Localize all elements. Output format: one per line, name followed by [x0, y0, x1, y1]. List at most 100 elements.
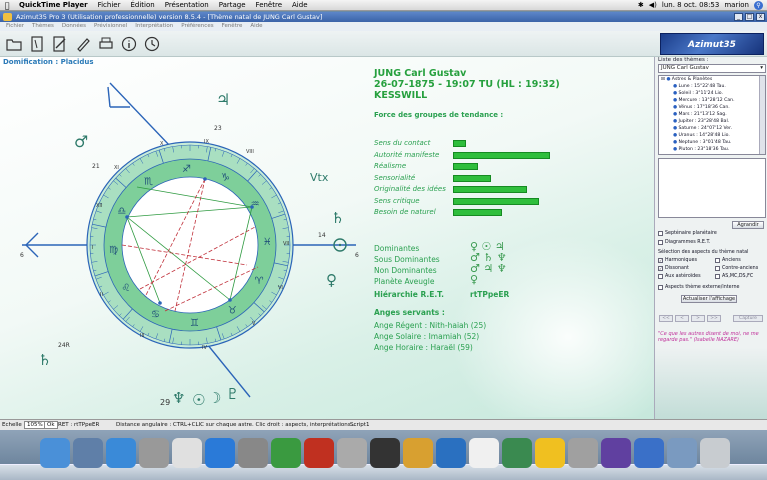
dock-icon[interactable] — [106, 438, 136, 468]
apple-menu-icon[interactable]:  — [0, 0, 14, 11]
new-theme-button[interactable] — [27, 34, 46, 53]
moon-glyph[interactable]: ☽ — [208, 389, 221, 407]
pen-button[interactable] — [73, 34, 92, 53]
dock-icon[interactable] — [469, 438, 499, 468]
dock-icon[interactable] — [634, 438, 664, 468]
nav-prev-button[interactable]: < — [675, 315, 689, 322]
aspect-checkbox[interactable]: Aux astéroïdes — [658, 274, 701, 279]
aspect-checkbox[interactable]: Contre-anciens — [715, 266, 758, 271]
aspects-externe-checkbox[interactable]: Aspects thème externe/interne — [658, 285, 739, 290]
aspect-checkbox[interactable]: ✓ Harmoniques — [658, 258, 697, 263]
tree-item[interactable]: ● Mars : 21°13'12 Sag. — [673, 112, 727, 117]
actualiser-button[interactable]: Actualiser l'affichage — [681, 295, 737, 303]
tree-root[interactable]: ⊟ ● Astres & Planètes — [661, 77, 712, 82]
dock-icon[interactable] — [172, 438, 202, 468]
minimize-button[interactable]: _ — [734, 13, 743, 21]
dock-icon[interactable] — [568, 438, 598, 468]
aspect-checkbox[interactable]: Anciens — [715, 258, 741, 263]
dock-icon[interactable] — [337, 438, 367, 468]
clock-button[interactable] — [142, 34, 161, 53]
menu-aide[interactable]: Aide — [287, 0, 312, 11]
mars-glyph[interactable]: ♂ — [74, 132, 88, 151]
nav-next-button[interactable]: > — [691, 315, 705, 322]
saturn-glyph[interactable]: ♄ — [38, 351, 51, 369]
menu-edition[interactable]: Édition — [125, 0, 159, 11]
tree-item[interactable]: ● Jupiter : 23°28'48 Bal. — [673, 119, 729, 124]
edit-button[interactable] — [50, 34, 69, 53]
planet-tree[interactable]: ⊟ ● Astres & Planètes ● Lune : 15°22'48 … — [658, 75, 766, 155]
menu-fenetre[interactable]: Fenêtre — [251, 0, 287, 11]
tree-scrollbar[interactable] — [759, 76, 765, 154]
clock[interactable]: lun. 8 oct. 08:53 — [662, 0, 719, 11]
menu-partage[interactable]: Partage — [214, 0, 251, 11]
dock-icon[interactable] — [601, 438, 631, 468]
menu-fichier[interactable]: Fichier — [93, 0, 126, 11]
dock-icon[interactable] — [73, 438, 103, 468]
aspect-checkbox[interactable]: AS,MC,DS,FC — [715, 274, 753, 279]
septenaire-checkbox[interactable]: Septénaire planétaire — [658, 231, 717, 236]
house-X: X — [160, 141, 164, 147]
dock-icon[interactable] — [271, 438, 301, 468]
dock-icon[interactable] — [139, 438, 169, 468]
dock-icon[interactable] — [205, 438, 235, 468]
dock-icon[interactable] — [403, 438, 433, 468]
spotlight-icon[interactable]: ⚲ — [754, 0, 763, 10]
jupiter-glyph[interactable]: ♃ — [216, 90, 230, 109]
ange-solaire: Ange Solaire : Imamiah (52) — [374, 332, 480, 341]
volume-icon[interactable]: ◀) — [649, 0, 657, 11]
appmenu-interpretation[interactable]: Interprétation — [131, 22, 177, 31]
tree-item[interactable]: ● Vénus : 17°18'36 Can. — [673, 105, 730, 110]
vertex-glyph[interactable]: Vtx — [310, 171, 329, 184]
natal-wheel[interactable]: ♈♉♊♋♌♍♎♏♐♑♒♓ ♃ ♂ Vtx ♄ ♀ ♄ ♆ ☉ ☽ ♇ 29 23… — [0, 67, 370, 419]
pluto-glyph[interactable]: ♇ — [226, 385, 239, 403]
aspect-checkbox[interactable]: ✓ Dissonant — [658, 266, 689, 271]
dock-icon[interactable] — [535, 438, 565, 468]
dock-icon[interactable] — [238, 438, 268, 468]
dock-icon[interactable] — [304, 438, 334, 468]
tree-item[interactable]: ● Mercure : 13°28'12 Can. — [673, 98, 735, 103]
dock-icon[interactable] — [370, 438, 400, 468]
appmenu-donnees[interactable]: Données — [58, 22, 90, 31]
nav-first-button[interactable]: << — [659, 315, 673, 322]
appmenu-aide[interactable]: Aide — [246, 22, 266, 31]
tree-item[interactable]: ● Saturne : 24°07'12 Ver. — [673, 126, 732, 131]
theme-select[interactable]: JUNG Carl Gustav ▾ — [658, 64, 766, 73]
print-button[interactable] — [96, 34, 115, 53]
appmenu-preferences[interactable]: Préférences — [177, 22, 217, 31]
user-name[interactable]: marion — [724, 0, 749, 11]
close-button[interactable]: x — [756, 13, 765, 21]
dock-icon[interactable] — [40, 438, 70, 468]
notes-box[interactable] — [658, 158, 766, 218]
venus-glyph[interactable]: ♀ — [326, 271, 337, 289]
birth-datetime: 26-07-1875 - 19:07 TU (HL : 19:32) — [374, 79, 560, 90]
dock-icon[interactable] — [700, 438, 730, 468]
info-button[interactable] — [119, 34, 138, 53]
sun-glyph-2[interactable]: ☉ — [192, 391, 205, 409]
app-menu-quicktime[interactable]: QuickTime Player — [14, 0, 93, 11]
capture-button[interactable]: Capture — [733, 315, 763, 322]
appmenu-fenetre[interactable]: Fenêtre — [218, 22, 247, 31]
bluetooth-icon[interactable]: ✱ — [638, 0, 644, 11]
maximize-button[interactable]: □ — [745, 13, 754, 21]
appmenu-previsionnel[interactable]: Prévisionnel — [90, 22, 131, 31]
menu-presentation[interactable]: Présentation — [160, 0, 214, 11]
appmenu-fichier[interactable]: Fichier — [2, 22, 28, 31]
appmenu-themes[interactable]: Thèmes — [28, 22, 58, 31]
open-folder-button[interactable] — [4, 34, 23, 53]
zoom-ok-button[interactable]: Ok — [44, 421, 58, 429]
nav-last-button[interactable]: >> — [707, 315, 721, 322]
neptune-glyph[interactable]: ♆ — [172, 389, 185, 407]
tree-item[interactable]: ● Lune : 15°22'48 Tau. — [673, 84, 726, 89]
dock-icon[interactable] — [436, 438, 466, 468]
tree-item[interactable]: ● Pluton : 23°18'36 Tau. — [673, 147, 729, 152]
tree-item[interactable]: ● Neptune : 3°01'48 Tau. — [673, 140, 731, 145]
tree-item[interactable]: ● Soleil : 3°11'24 Lio. — [673, 91, 723, 96]
agrandir-button[interactable]: Agrandir — [732, 221, 764, 229]
dock-icon[interactable] — [667, 438, 697, 468]
dock-icon[interactable] — [502, 438, 532, 468]
tree-item[interactable]: ● Uranus : 14°28'48 Lio. — [673, 133, 730, 138]
saturn-glyph-east[interactable]: ♄ — [331, 209, 344, 227]
page-icon — [30, 35, 43, 52]
zoom-field[interactable]: 105% — [24, 421, 46, 429]
diagrammes-checkbox[interactable]: Diagrammes R.E.T. — [658, 240, 710, 245]
